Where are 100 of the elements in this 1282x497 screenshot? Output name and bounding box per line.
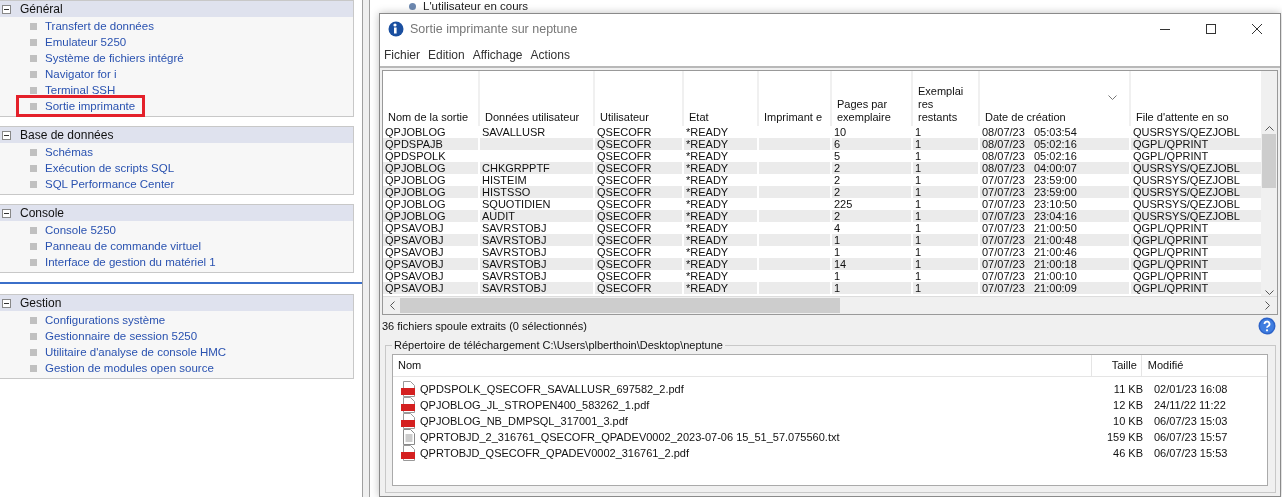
column-header[interactable]: Pages par exemplaire — [831, 71, 912, 126]
table-cell: 07/07/23 23:10:50 — [982, 198, 1077, 210]
file-date: 02/01/23 16:08 — [1153, 383, 1228, 395]
table-cell: SAVRSTOBJ — [482, 234, 547, 246]
table-cell: 07/07/23 23:04:16 — [982, 210, 1077, 222]
bullet-icon — [30, 258, 37, 266]
table-cell: QPSAVOBJ — [385, 270, 444, 282]
column-header[interactable]: Date de création — [979, 71, 1130, 126]
tree-item[interactable]: L'utilisateur en cours — [423, 0, 529, 13]
table-cell: *READY — [686, 270, 729, 282]
table-cell: 225 — [834, 198, 853, 210]
vertical-scrollbar[interactable] — [1261, 71, 1277, 296]
table-cell: 1 — [915, 198, 922, 210]
column-header[interactable]: Données utilisateur — [479, 71, 594, 126]
menu-item[interactable]: Fichier — [384, 48, 420, 62]
sidebar-link[interactable]: Schémas — [45, 146, 93, 158]
column-header[interactable]: Imprimant e — [758, 71, 831, 126]
section-header[interactable]: Gestion — [0, 295, 353, 311]
table-cell: QGPL/QPRINT — [1133, 150, 1209, 162]
sidebar-link[interactable]: Exécution de scripts SQL — [45, 162, 175, 174]
table-cell: QPJOBLOG — [385, 210, 446, 222]
sidebar-link[interactable]: Panneau de commande virtuel — [45, 240, 201, 252]
table-cell: QGPL/QPRINT — [1133, 234, 1209, 246]
table-cell: QPDSPAJB — [385, 138, 443, 150]
table-cell: 2 — [834, 210, 841, 222]
column-header[interactable]: Taille — [1092, 355, 1142, 376]
column-header[interactable]: Etat — [683, 71, 758, 126]
column-header[interactable]: Nom — [393, 355, 1093, 376]
table-cell: QPJOBLOG — [385, 198, 446, 210]
table-cell: QSECOFR — [597, 174, 652, 186]
table-cell: *READY — [686, 246, 729, 258]
table-cell: QSECOFR — [597, 246, 652, 258]
table-cell: *READY — [686, 174, 729, 186]
section-header[interactable]: Base de données — [0, 127, 353, 143]
column-header[interactable]: Modifié — [1141, 355, 1267, 376]
table-cell: SAVRSTOBJ — [482, 282, 547, 294]
file-date: 06/07/23 15:53 — [1153, 447, 1228, 459]
table-cell: *READY — [686, 234, 729, 246]
sidebar-link[interactable]: Gestion de modules open source — [45, 362, 214, 374]
sidebar-link[interactable]: SQL Performance Center — [45, 178, 175, 190]
file-name[interactable]: QPDSPOLK_QSECOFR_SAVALLUSR_697582_2.pdf — [420, 383, 684, 395]
sidebar-link[interactable]: Emulateur 5250 — [45, 36, 127, 48]
sidebar-link[interactable]: Sortie imprimante — [45, 100, 136, 112]
file-name[interactable]: QPRTOBJD_QSECOFR_QPADEV0002_316761_2.pdf — [420, 447, 690, 459]
file-size: 10 KB — [1112, 415, 1143, 427]
table-cell: QSECOFR — [597, 138, 652, 150]
help-button[interactable] — [1258, 317, 1276, 335]
sidebar-link[interactable]: Console 5250 — [45, 224, 116, 236]
scroll-thumb[interactable] — [400, 298, 840, 313]
sidebar-link[interactable]: Configurations système — [45, 314, 166, 326]
status-text: 36 fichiers spoule extraits (0 sélectionnés) — [382, 320, 587, 332]
table-cell: 14 — [834, 258, 847, 270]
table-cell: 07/07/23 21:00:50 — [982, 222, 1077, 234]
table-cell: *READY — [686, 210, 729, 222]
table-cell: QSECOFR — [597, 222, 652, 234]
sidebar-link[interactable]: Interface de gestion du matériel 1 — [45, 256, 216, 268]
horizontal-scrollbar[interactable] — [383, 296, 1277, 314]
menu-item[interactable]: Affichage — [472, 48, 523, 62]
table-cell: QUSRSYS/QEZJOBL — [1133, 210, 1240, 222]
table-cell: SAVRSTOBJ — [482, 222, 547, 234]
table-cell: 1 — [915, 186, 922, 198]
table-cell: 1 — [915, 282, 922, 294]
file-name[interactable]: QPJOBLOG_JL_STROPEN400_583262_1.pdf — [420, 399, 650, 411]
file-date: 06/07/23 15:57 — [1153, 431, 1228, 443]
table-cell: QGPL/QPRINT — [1133, 222, 1209, 234]
bullet-icon — [30, 242, 37, 250]
table-cell: 1 — [834, 270, 841, 282]
table-cell: 2 — [834, 162, 841, 174]
table-cell: *READY — [686, 258, 729, 270]
section-header[interactable]: Général — [0, 1, 353, 17]
sidebar-link[interactable]: Navigator for i — [45, 68, 117, 80]
table-cell: SAVRSTOBJ — [482, 270, 547, 282]
file-size: 46 KB — [1112, 447, 1143, 459]
file-name[interactable]: QPJOBLOG_NB_DMPSQL_317001_3.pdf — [420, 415, 628, 427]
table-cell: 1 — [834, 246, 841, 258]
table-cell: *READY — [686, 126, 729, 138]
info-icon — [388, 21, 404, 37]
sidebar-link[interactable]: Système de fichiers intégré — [45, 52, 184, 64]
table-cell: 08/07/23 04:00:07 — [982, 162, 1077, 174]
bullet-icon — [30, 332, 37, 340]
table-cell: SAVALLUSR — [482, 126, 546, 138]
column-header[interactable]: Nom de la sortie — [383, 71, 479, 126]
table-cell: *READY — [686, 186, 729, 198]
table-cell: QPJOBLOG — [385, 174, 446, 186]
sidebar-link[interactable]: Utilitaire d'analyse de console HMC — [45, 346, 227, 358]
section-header[interactable]: Console — [0, 205, 353, 221]
sidebar-link[interactable]: Gestionnaire de session 5250 — [45, 330, 198, 342]
scroll-thumb[interactable] — [1262, 134, 1276, 188]
sidebar-link[interactable]: Terminal SSH — [45, 84, 116, 96]
file-name[interactable]: QPRTOBJD_2_316761_QSECOFR_QPADEV0002_2023-07-06 15_51_57.075560.txt — [420, 431, 840, 443]
table-cell: 2 — [834, 186, 841, 198]
sidebar-link[interactable]: Transfert de données — [45, 20, 154, 32]
menu-item[interactable]: Edition — [428, 48, 465, 62]
splitter-bar[interactable] — [362, 0, 370, 497]
bullet-icon — [30, 70, 37, 78]
table-cell: 1 — [915, 150, 922, 162]
menu-item[interactable]: Actions — [530, 48, 570, 62]
table-cell: *READY — [686, 138, 729, 150]
column-header[interactable]: Exemplai res restants — [912, 71, 979, 126]
column-header[interactable]: Utilisateur — [594, 71, 683, 126]
